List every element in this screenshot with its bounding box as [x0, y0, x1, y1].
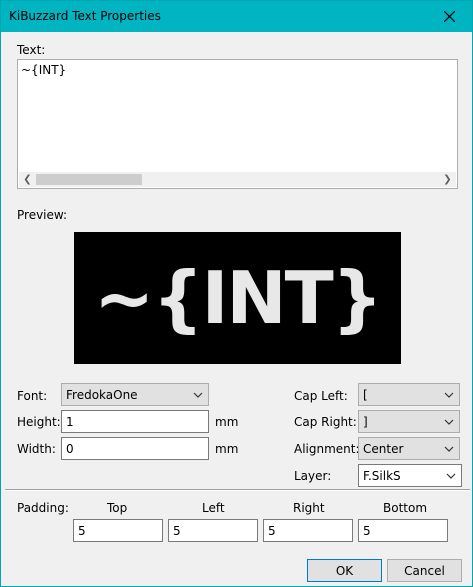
padding-left-value: 5 [173, 524, 181, 538]
cap-left-select[interactable]: [ [358, 383, 460, 406]
layer-value: F.SilkS [363, 469, 401, 483]
padding-left-label: Left [202, 501, 225, 515]
window-title: KiBuzzard Text Properties [9, 9, 161, 23]
height-label: Height: [17, 415, 61, 429]
padding-label: Padding: [17, 501, 69, 515]
padding-top-input[interactable]: 5 [73, 519, 163, 542]
close-icon [443, 11, 455, 22]
padding-left-input[interactable]: 5 [168, 519, 258, 542]
alignment-label: Alignment: [294, 442, 360, 456]
chevron-down-icon [444, 392, 454, 398]
cap-left-label: Cap Left: [294, 389, 348, 403]
alignment-select[interactable]: Center [358, 437, 460, 460]
chevron-down-icon [193, 392, 203, 398]
cancel-button[interactable]: Cancel [387, 559, 462, 582]
cap-left-value: [ [363, 388, 368, 402]
cap-right-value: ] [363, 415, 368, 429]
padding-right-label: Right [293, 501, 325, 515]
arrow-left-icon[interactable]: ❮ [19, 172, 36, 187]
height-input[interactable]: 1 [61, 410, 209, 433]
width-input[interactable]: 0 [61, 437, 209, 460]
padding-bottom-label: Bottom [383, 501, 428, 515]
cap-right-label: Cap Right: [294, 415, 357, 429]
padding-right-input[interactable]: 5 [263, 519, 353, 542]
scrollbar-thumb[interactable] [36, 174, 142, 185]
width-label: Width: [17, 442, 56, 456]
padding-top-value: 5 [78, 524, 86, 538]
preview-canvas: ~{INT} [74, 232, 401, 364]
height-unit: mm [215, 415, 239, 429]
ok-button[interactable]: OK [307, 559, 382, 582]
width-value: 0 [66, 442, 74, 456]
close-button[interactable] [426, 1, 472, 32]
font-value: FredokaOne [66, 388, 138, 402]
chevron-down-icon [444, 419, 454, 425]
padding-top-label: Top [107, 501, 128, 515]
layer-label: Layer: [294, 469, 332, 483]
horizontal-scrollbar[interactable]: ❮ ❯ [19, 172, 456, 187]
padding-right-value: 5 [268, 524, 276, 538]
text-input-area[interactable]: ~{INT} ❮ ❯ [17, 59, 458, 189]
alignment-value: Center [363, 442, 404, 456]
arrow-right-icon[interactable]: ❯ [439, 172, 456, 187]
padding-bottom-input[interactable]: 5 [358, 519, 448, 542]
font-select[interactable]: FredokaOne [61, 383, 209, 406]
font-label: Font: [17, 389, 48, 403]
cap-right-select[interactable]: ] [358, 410, 460, 433]
dialog-window: KiBuzzard Text Properties Text: ~{INT} ❮… [0, 0, 473, 587]
separator [5, 489, 470, 491]
button-bar: OK Cancel [1, 554, 472, 586]
height-value: 1 [66, 415, 74, 429]
title-bar[interactable]: KiBuzzard Text Properties [1, 1, 472, 32]
padding-bottom-value: 5 [363, 524, 371, 538]
text-value: ~{INT} [21, 63, 67, 77]
width-unit: mm [215, 442, 239, 456]
layer-select[interactable]: F.SilkS [358, 464, 462, 487]
preview-label: Preview: [17, 208, 68, 222]
chevron-down-icon [444, 446, 454, 452]
chevron-down-icon [446, 473, 456, 479]
preview-rendered-text: ~{INT} [93, 256, 383, 340]
text-label: Text: [17, 43, 46, 57]
